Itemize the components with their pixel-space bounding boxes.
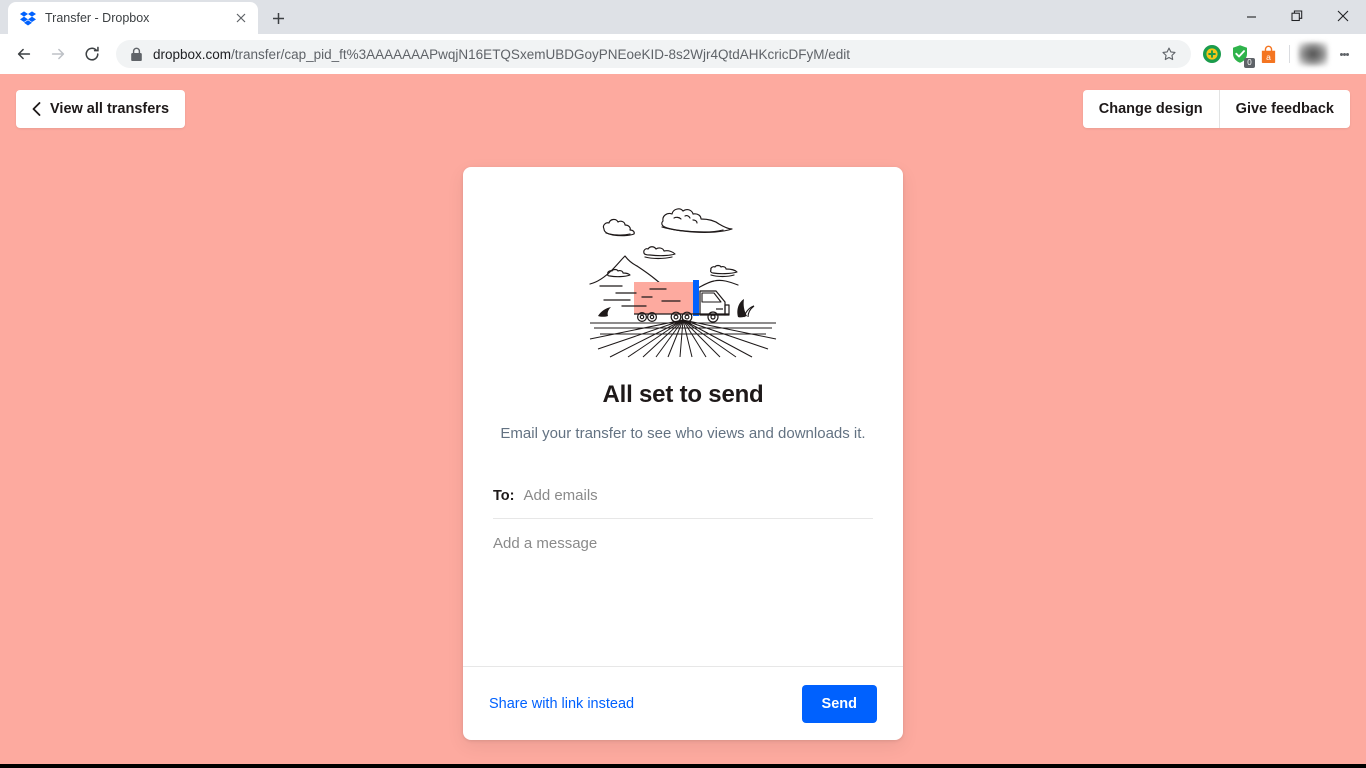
browser-toolbar: dropbox.com/transfer/cap_pid_ft%3AAAAAAA… <box>0 34 1366 74</box>
recipients-input[interactable] <box>523 487 873 504</box>
browser-tab-transfer-dropbox[interactable]: Transfer - Dropbox <box>8 2 258 34</box>
change-design-button[interactable]: Change design <box>1082 90 1219 128</box>
view-all-transfers-button[interactable]: View all transfers <box>16 90 186 128</box>
back-button[interactable] <box>8 38 40 70</box>
kebab-menu-icon[interactable] <box>1330 40 1358 68</box>
forward-button[interactable] <box>42 38 74 70</box>
reload-icon <box>85 46 99 61</box>
extension-icon-shield-check[interactable]: 0 <box>1227 41 1255 68</box>
recipients-row: To: <box>493 487 873 519</box>
dropbox-favicon <box>20 11 36 26</box>
address-bar[interactable]: dropbox.com/transfer/cap_pid_ft%3AAAAAAA… <box>116 40 1191 68</box>
back-arrow-icon <box>17 48 31 60</box>
transfer-card-footer: Share with link instead Send <box>463 666 903 740</box>
truck-landscape-illustration <box>589 208 777 358</box>
svg-text:a: a <box>1266 51 1271 61</box>
window-controls <box>1228 0 1366 34</box>
window-restore-button[interactable] <box>1274 0 1320 32</box>
tab-strip: Transfer - Dropbox <box>0 0 1366 34</box>
restore-icon <box>1291 10 1303 22</box>
share-with-link-button[interactable]: Share with link instead <box>489 696 634 712</box>
window-close-button[interactable] <box>1320 0 1366 32</box>
tab-close-icon[interactable] <box>232 9 250 27</box>
orange-bag-extension-icon: a <box>1261 45 1275 63</box>
message-input[interactable] <box>493 533 873 623</box>
transfer-card-body: All set to send Email your transfer to s… <box>463 167 903 666</box>
dropbox-transfer-page: View all transfers Change design Give fe… <box>0 74 1366 764</box>
lock-icon <box>131 47 142 61</box>
green-plus-extension-icon <box>1203 45 1221 63</box>
url-path: /transfer/cap_pid_ft%3AAAAAAAPwqjN16ETQS… <box>231 46 851 62</box>
chevron-left-icon <box>32 102 41 116</box>
to-label: To: <box>493 488 515 504</box>
taskbar-edge <box>0 764 1366 768</box>
view-all-transfers-label: View all transfers <box>50 101 170 117</box>
page-title: All set to send <box>602 381 764 408</box>
give-feedback-label: Give feedback <box>1235 101 1334 117</box>
forward-arrow-icon <box>51 48 65 60</box>
transfer-card: All set to send Email your transfer to s… <box>463 167 903 740</box>
new-tab-button[interactable] <box>264 4 292 32</box>
plus-icon <box>272 12 284 24</box>
browser-window: Transfer - Dropbox dropbox.com/transfer/… <box>0 0 1366 768</box>
change-design-label: Change design <box>1098 101 1203 117</box>
send-button[interactable]: Send <box>801 684 877 723</box>
tab-title: Transfer - Dropbox <box>45 11 150 25</box>
reload-button[interactable] <box>76 38 108 70</box>
profile-avatar[interactable] <box>1298 42 1328 66</box>
bookmark-star-icon[interactable] <box>1155 46 1183 62</box>
extension-icon-green-plus[interactable] <box>1199 41 1225 67</box>
page-subtitle: Email your transfer to see who views and… <box>500 425 866 442</box>
extension-icon-orange-bag[interactable]: a <box>1255 41 1281 67</box>
header-button-group: Change design Give feedback <box>1082 90 1350 128</box>
url-domain: dropbox.com <box>153 46 232 62</box>
toolbar-divider <box>1289 45 1290 63</box>
give-feedback-button[interactable]: Give feedback <box>1218 90 1350 128</box>
minimize-icon <box>1246 15 1256 18</box>
window-minimize-button[interactable] <box>1228 0 1274 32</box>
url-text: dropbox.com/transfer/cap_pid_ft%3AAAAAAA… <box>153 47 1145 62</box>
page-header: View all transfers Change design Give fe… <box>0 74 1366 144</box>
close-icon <box>1337 10 1349 22</box>
extension-badge-count: 0 <box>1244 58 1255 68</box>
